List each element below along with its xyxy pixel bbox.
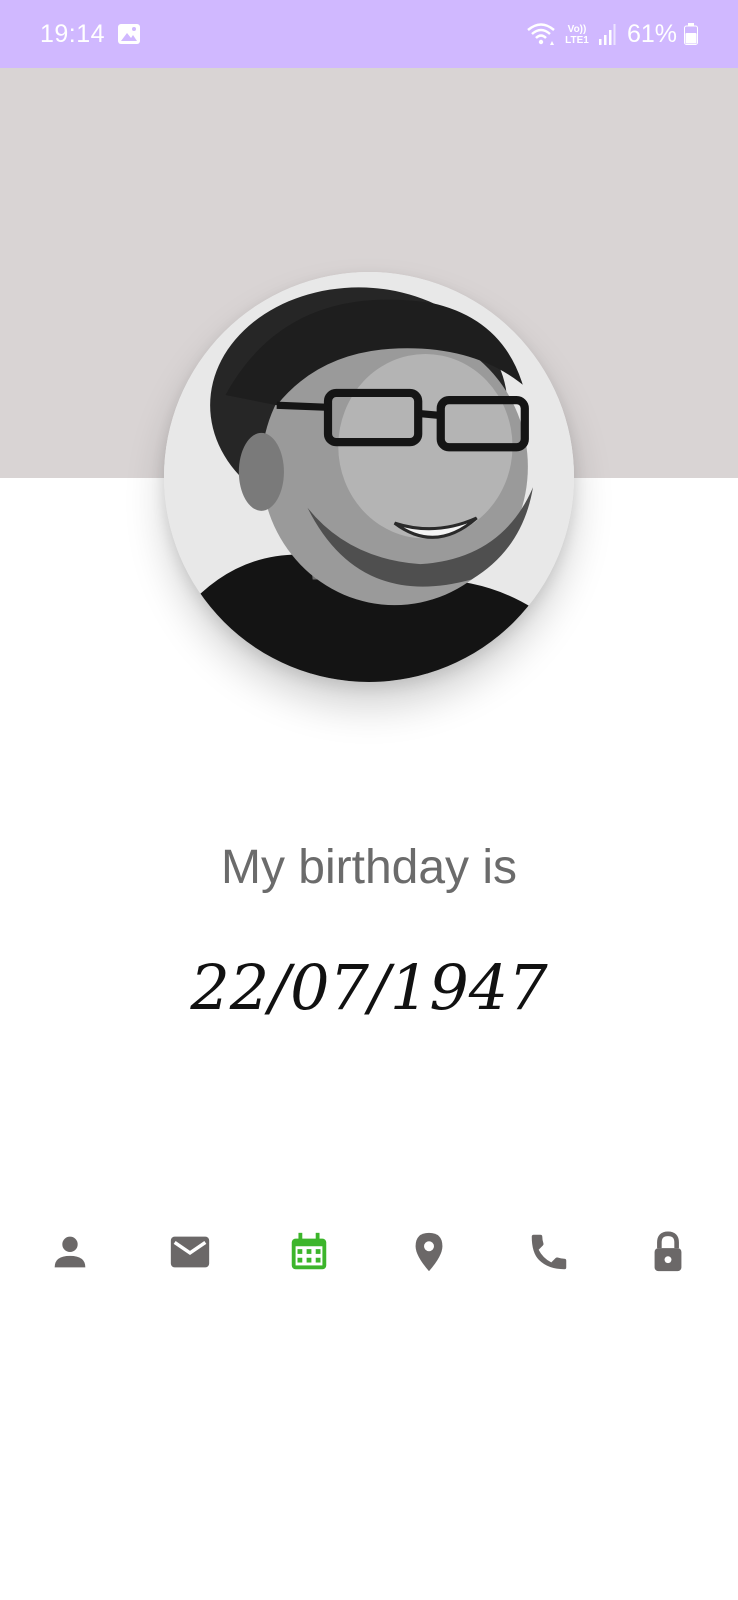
nav-password-button[interactable] — [636, 1220, 700, 1284]
location-pin-icon — [415, 1232, 443, 1272]
info-title: My birthday is — [220, 841, 518, 894]
battery-icon — [684, 23, 698, 45]
birthday-value: 22/07/1947 — [190, 951, 548, 1024]
nav-location-button[interactable] — [397, 1220, 461, 1284]
nav-user-button[interactable] — [38, 1220, 102, 1284]
calendar-icon — [291, 1232, 327, 1270]
person-icon — [54, 1236, 86, 1268]
volte-lte-icon: Vo)) LTE1 — [565, 24, 589, 46]
signal-icon — [598, 24, 616, 45]
battery-level: 61% — [626, 19, 677, 48]
status-icons: Vo)) LTE1 61% — [526, 20, 698, 49]
status-time: 19:14 — [40, 19, 106, 48]
status-bar: 19:14 Vo)) LTE1 61% — [0, 0, 738, 68]
lock-icon — [654, 1231, 682, 1272]
nav-email-button[interactable] — [158, 1220, 222, 1284]
info-selector-bar — [0, 1220, 738, 1284]
phone-icon — [531, 1234, 567, 1270]
svg-text:Vo)): Vo)) — [568, 24, 587, 35]
svg-text:LTE1: LTE1 — [565, 35, 589, 46]
mail-icon — [170, 1236, 210, 1268]
nav-phone-button[interactable] — [517, 1220, 581, 1284]
wifi-icon — [527, 23, 555, 45]
nav-calendar-button[interactable] — [277, 1220, 341, 1284]
gallery-icon — [118, 24, 141, 44]
profile-photo — [164, 272, 574, 682]
